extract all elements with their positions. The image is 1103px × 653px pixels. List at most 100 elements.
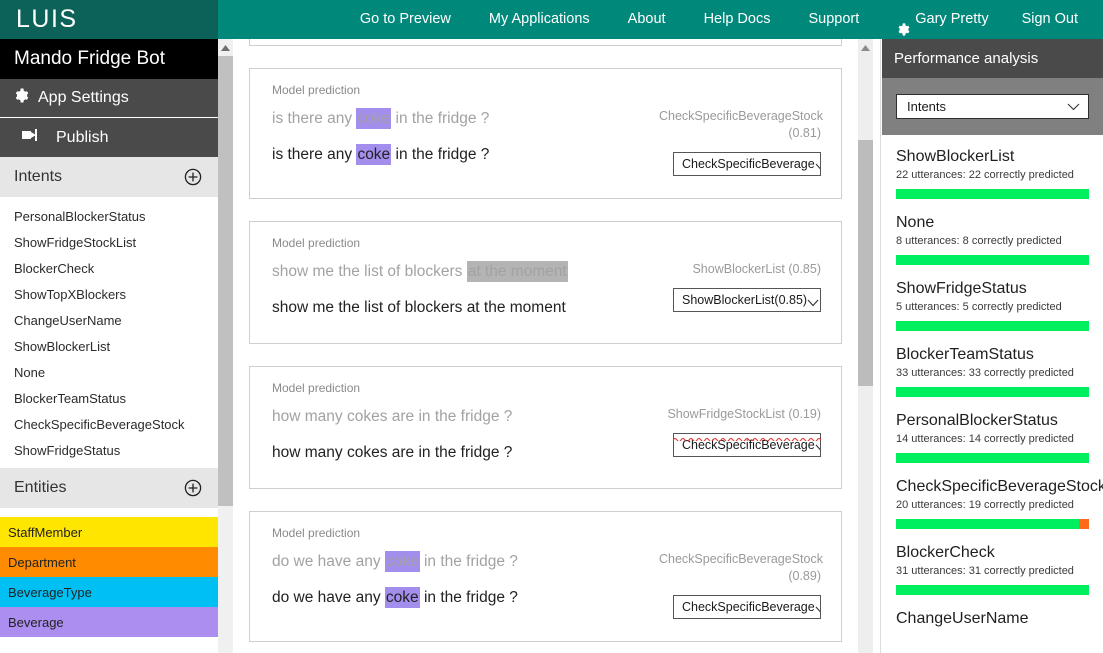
sidebar-entity-staffmember[interactable]: StaffMember bbox=[0, 517, 218, 547]
performance-item-name: BlockerTeamStatus bbox=[896, 346, 1034, 363]
sidebar-intent-none[interactable]: None bbox=[0, 359, 218, 385]
performance-item-bar bbox=[896, 189, 1089, 199]
scroll-up-arrow-icon[interactable] bbox=[218, 39, 233, 56]
app-settings-label: App Settings bbox=[38, 89, 129, 106]
main-scrollbar[interactable] bbox=[858, 39, 873, 653]
utterance-card-partial[interactable] bbox=[249, 39, 842, 46]
utterance-card[interactable]: Model prediction show me the list of blo… bbox=[249, 221, 842, 344]
sidebar-intent-checkspecificbeveragestock[interactable]: CheckSpecificBeverageStock bbox=[0, 411, 218, 437]
performance-item-name: ChangeUserName bbox=[896, 610, 1029, 627]
sidebar-scrollbar-thumb[interactable] bbox=[218, 56, 233, 506]
main-scrollbar-thumb[interactable] bbox=[858, 140, 873, 386]
prediction-column: ShowFridgeStockList (0.19) CheckSpecific… bbox=[661, 404, 822, 457]
entity-highlight-beverage[interactable]: coke bbox=[356, 108, 392, 129]
performance-item[interactable]: CheckSpecificBeverageStock 20 utterances… bbox=[896, 477, 1103, 529]
performance-bar-correct bbox=[896, 453, 1089, 463]
performance-item-bar bbox=[896, 387, 1089, 397]
performance-item[interactable]: BlockerTeamStatus 33 utterances: 33 corr… bbox=[896, 345, 1089, 397]
performance-item-name: ShowFridgeStatus bbox=[896, 280, 1027, 297]
predicted-utterance: how many cokes are in the fridge ? bbox=[272, 404, 512, 430]
sidebar-intent-personalblockerstatus[interactable]: PersonalBlockerStatus bbox=[0, 203, 218, 229]
performance-analysis-title: Performance analysis bbox=[882, 39, 1103, 78]
sidebar-scrollbar[interactable] bbox=[218, 39, 233, 653]
performance-item[interactable]: ShowFridgeStatus 5 utterances: 5 correct… bbox=[896, 279, 1089, 331]
performance-item[interactable]: PersonalBlockerStatus 14 utterances: 14 … bbox=[896, 411, 1089, 463]
performance-item[interactable]: ChangeUserName bbox=[896, 609, 1089, 629]
performance-item[interactable]: BlockerCheck 31 utterances: 31 correctly… bbox=[896, 543, 1089, 595]
nav-sign-out[interactable]: Sign Out bbox=[1003, 0, 1097, 39]
nav-support[interactable]: Support bbox=[789, 0, 878, 39]
predicted-intent-label: CheckSpecificBeverageStock (0.89) bbox=[659, 551, 823, 585]
scroll-up-arrow-icon[interactable] bbox=[858, 39, 873, 56]
intents-list: PersonalBlockerStatus ShowFridgeStockLis… bbox=[0, 197, 218, 468]
performance-item-stats: 31 utterances: 31 correctly predicted bbox=[896, 565, 1074, 577]
utterance-text-pre: show me the list of blockers bbox=[272, 263, 467, 280]
utterance-card[interactable]: Model prediction do we have any coke in … bbox=[249, 511, 842, 642]
utterance-text-pre: show me the list of blockers at the mome… bbox=[272, 299, 566, 316]
utterances-review-panel: Model prediction is there any coke in th… bbox=[233, 39, 873, 653]
sidebar-intent-showtopxblockers[interactable]: ShowTopXBlockers bbox=[0, 281, 218, 307]
performance-item[interactable]: None 8 utterances: 8 correctly predicted bbox=[896, 213, 1089, 265]
sidebar-intent-showfridgestocklist[interactable]: ShowFridgeStockList bbox=[0, 229, 218, 255]
performance-bar-correct bbox=[896, 255, 1089, 265]
intent-dropdown[interactable]: ShowBlockerList(0.85) bbox=[673, 288, 821, 312]
sidebar-entity-department[interactable]: Department bbox=[0, 547, 218, 577]
intent-dropdown[interactable]: CheckSpecificBeverage bbox=[673, 595, 821, 619]
entities-header-label: Entities bbox=[14, 479, 67, 496]
performance-analysis-panel: Performance analysis Intents ShowBlocker… bbox=[882, 39, 1103, 653]
luis-logo[interactable]: LUIS bbox=[0, 0, 218, 39]
performance-scope-dropdown[interactable]: Intents bbox=[896, 94, 1089, 119]
nav-user-account[interactable]: Gary Pretty bbox=[878, 0, 1002, 39]
performance-item-name: ShowBlockerList bbox=[896, 148, 1015, 165]
labeled-utterance[interactable]: show me the list of blockers at the mome… bbox=[272, 295, 568, 321]
performance-intent-list: ShowBlockerList 22 utterances: 22 correc… bbox=[882, 135, 1103, 629]
intent-dropdown-wrap: CheckSpecificBeverage bbox=[659, 152, 821, 176]
utterance-row: show me the list of blockers at the mome… bbox=[272, 259, 821, 321]
sidebar-entity-beveragetype[interactable]: BeverageType bbox=[0, 577, 218, 607]
predicted-intent-score: (0.19) bbox=[788, 407, 821, 421]
utterance-text-post: in the fridge ? bbox=[419, 589, 518, 606]
sidebar-intent-blockerteamstatus[interactable]: BlockerTeamStatus bbox=[0, 385, 218, 411]
utterance-text-pre: do we have any bbox=[272, 553, 385, 570]
utterance-card[interactable]: Model prediction is there any coke in th… bbox=[249, 68, 842, 199]
entity-highlight-beverage[interactable]: coke bbox=[384, 587, 420, 608]
utterance-card[interactable]: Model prediction how many cokes are in t… bbox=[249, 366, 842, 489]
entities-list: StaffMember Department BeverageType Beve… bbox=[0, 508, 218, 637]
intents-header-label: Intents bbox=[14, 168, 63, 185]
labeled-utterance[interactable]: how many cokes are in the fridge ? bbox=[272, 440, 512, 466]
add-entity-icon[interactable] bbox=[184, 479, 202, 497]
publish-label: Publish bbox=[56, 128, 109, 146]
intent-dropdown[interactable]: CheckSpecificBeverage bbox=[673, 152, 821, 176]
model-prediction-label: Model prediction bbox=[272, 381, 361, 395]
labeled-utterance[interactable]: do we have any coke in the fridge ? bbox=[272, 585, 518, 611]
sidebar-intent-showfridgestatus[interactable]: ShowFridgeStatus bbox=[0, 437, 218, 463]
performance-bar-correct bbox=[896, 519, 1080, 529]
performance-item[interactable]: ShowBlockerList 22 utterances: 22 correc… bbox=[896, 147, 1089, 199]
utterance-text-pre: how many cokes are in the fridge ? bbox=[272, 408, 513, 425]
publish-button[interactable]: Publish bbox=[0, 118, 218, 157]
spellcheck-squiggle-icon bbox=[672, 428, 822, 443]
sidebar-intent-showblockerlist[interactable]: ShowBlockerList bbox=[0, 333, 218, 359]
sidebar-intent-blockercheck[interactable]: BlockerCheck bbox=[0, 255, 218, 281]
nav-help-docs[interactable]: Help Docs bbox=[685, 0, 790, 39]
panel-divider bbox=[873, 39, 881, 653]
entity-highlight-gray[interactable]: at the moment bbox=[466, 261, 568, 282]
nav-about[interactable]: About bbox=[609, 0, 685, 39]
nav-my-applications[interactable]: My Applications bbox=[470, 0, 609, 39]
entity-highlight-beverage[interactable]: coke bbox=[384, 551, 420, 572]
entity-highlight-beverage[interactable]: coke bbox=[356, 144, 392, 165]
predicted-intent-score: (0.89) bbox=[788, 569, 821, 583]
labeled-utterance[interactable]: is there any coke in the fridge ? bbox=[272, 142, 489, 168]
performance-item-bar bbox=[896, 255, 1089, 265]
performance-item-name: None bbox=[896, 214, 935, 231]
nav-go-to-preview[interactable]: Go to Preview bbox=[341, 0, 470, 39]
left-sidebar: Mando Fridge Bot App Settings Publish In… bbox=[0, 39, 218, 653]
add-intent-icon[interactable] bbox=[184, 168, 202, 186]
sidebar-intent-changeusername[interactable]: ChangeUserName bbox=[0, 307, 218, 333]
performance-bar-correct bbox=[896, 387, 1089, 397]
app-settings-button[interactable]: App Settings bbox=[0, 79, 218, 118]
performance-scope-value: Intents bbox=[907, 99, 947, 114]
sidebar-entity-beverage[interactable]: Beverage bbox=[0, 607, 218, 637]
utterance-text-post: in the fridge ? bbox=[419, 553, 518, 570]
utterance-text-post: in the fridge ? bbox=[391, 146, 490, 163]
